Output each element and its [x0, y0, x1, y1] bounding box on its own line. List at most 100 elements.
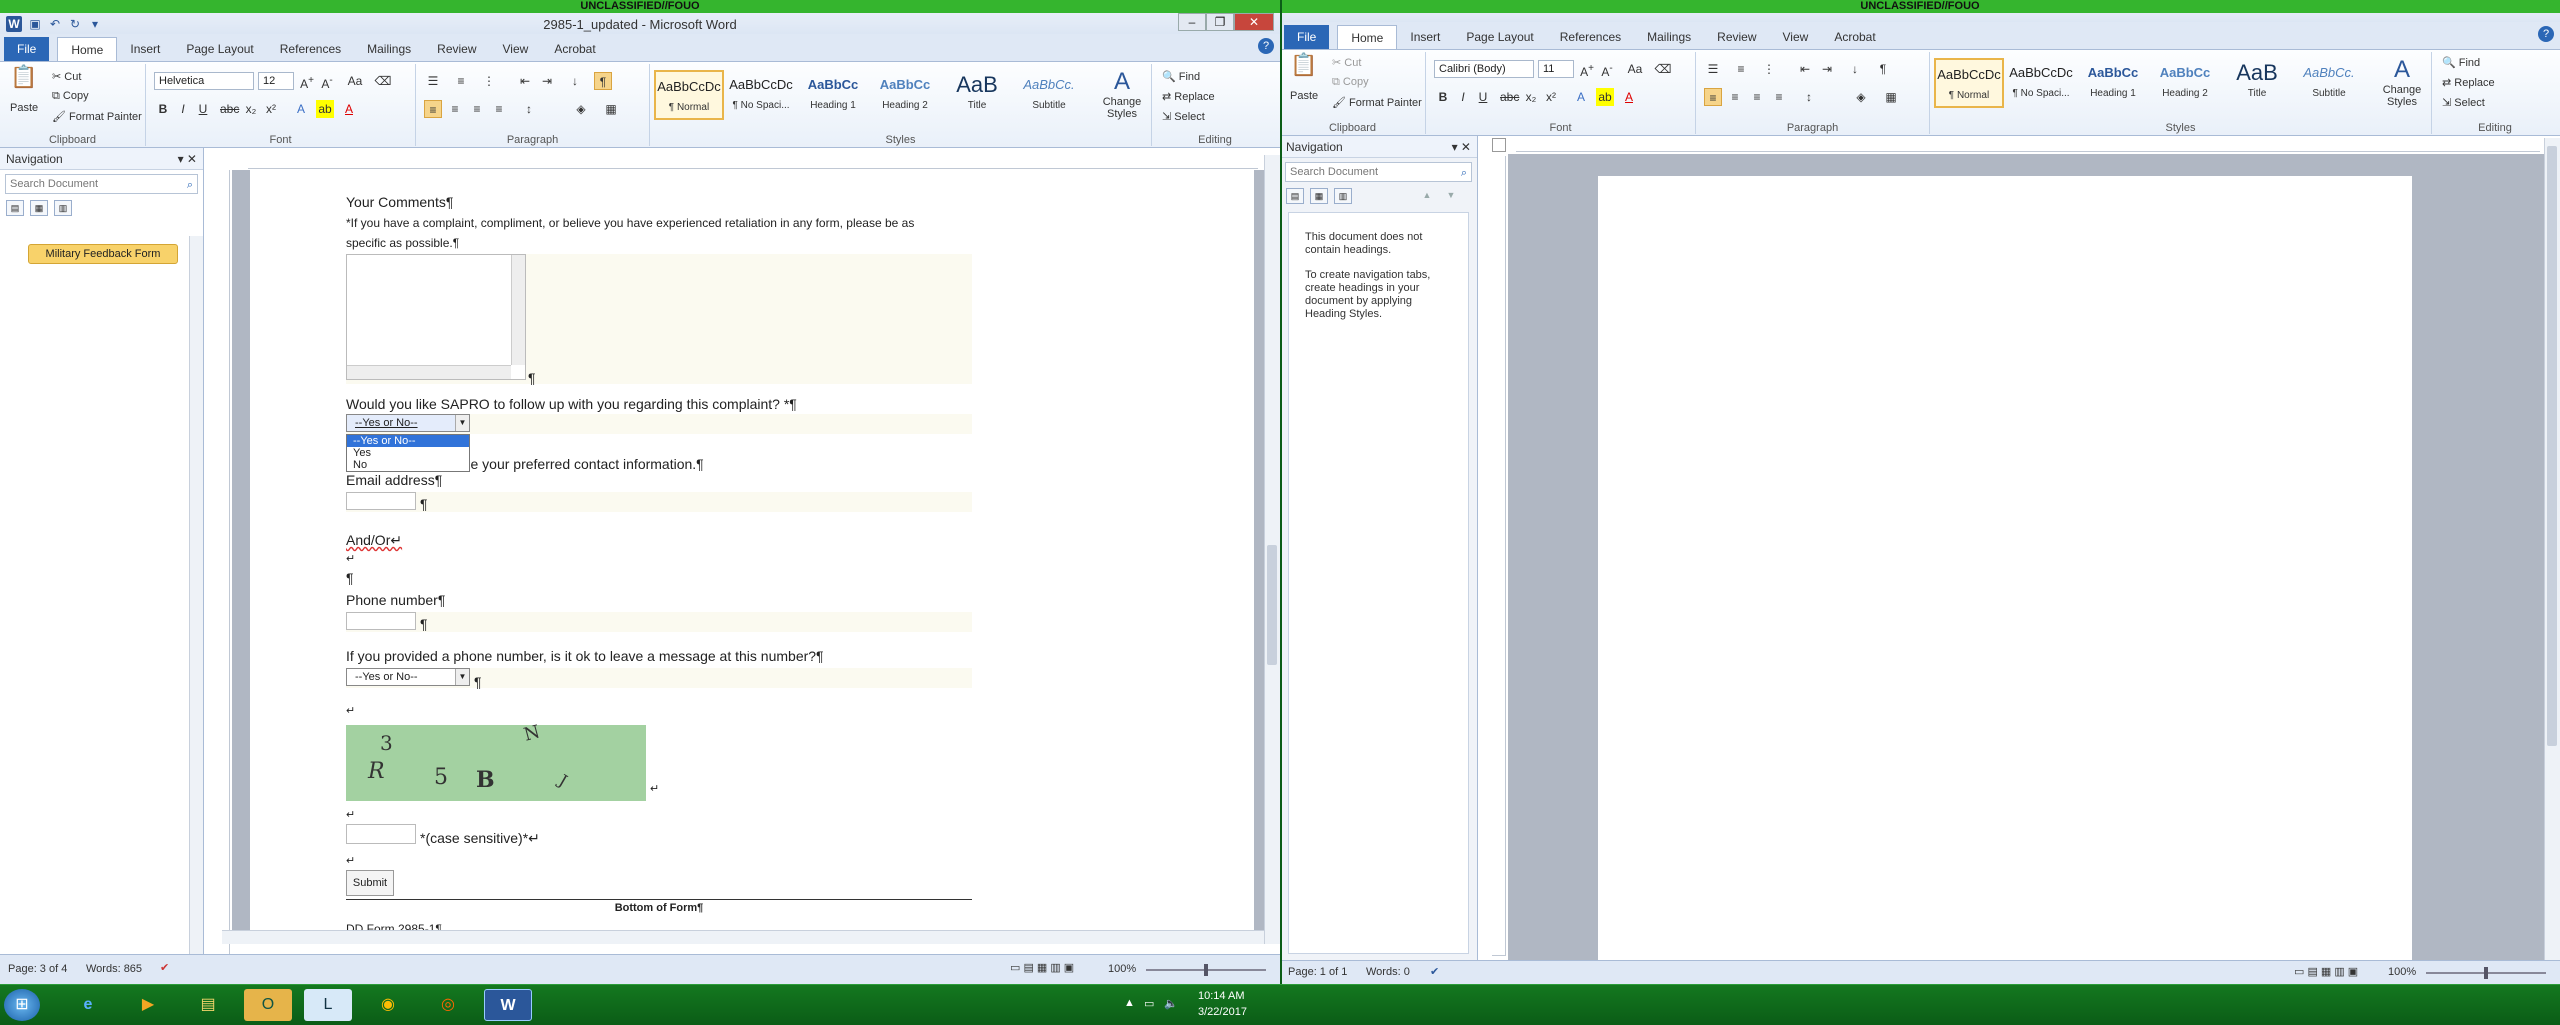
- start-button[interactable]: ⊞: [4, 989, 40, 1021]
- followup-select[interactable]: --Yes or No-- ▼: [346, 414, 470, 432]
- font-size-select[interactable]: 11: [1538, 60, 1574, 78]
- tab-file[interactable]: File: [4, 37, 50, 61]
- results-view-icon[interactable]: ▥: [1334, 188, 1352, 204]
- format-painter-button[interactable]: 🖌 Format Painter: [1332, 96, 1422, 109]
- style-subtitle[interactable]: AaBbCc. Subtitle: [1014, 70, 1084, 120]
- copy-button[interactable]: ⧉ Copy: [1332, 76, 1369, 89]
- shrink-font-icon[interactable]: A-: [318, 72, 336, 91]
- change-case-icon[interactable]: Aa: [1626, 60, 1644, 78]
- highlight-icon[interactable]: ab: [316, 100, 334, 118]
- subscript-icon[interactable]: x₂: [242, 100, 260, 118]
- proofing-icon[interactable]: ✔: [1430, 965, 1439, 978]
- italic-icon[interactable]: I: [1454, 88, 1472, 106]
- word-count[interactable]: Words: 865: [86, 963, 142, 975]
- sort-icon[interactable]: ↓: [1846, 60, 1864, 78]
- phone-field[interactable]: [346, 612, 416, 630]
- justify-icon[interactable]: ≡: [1770, 88, 1788, 106]
- paste-button[interactable]: Paste: [10, 102, 38, 114]
- bold-icon[interactable]: B: [154, 100, 172, 118]
- cut-button[interactable]: ✂ Cut: [1332, 56, 1361, 69]
- align-center-icon[interactable]: ≡: [446, 100, 464, 118]
- replace-button[interactable]: ⇄ Replace: [1162, 90, 1215, 103]
- next-arrow-icon[interactable]: ▼: [1442, 188, 1460, 204]
- minimize-button[interactable]: –: [1178, 13, 1206, 31]
- tab-view[interactable]: View: [1770, 25, 1822, 49]
- multilevel-list-icon[interactable]: ⋮: [1760, 60, 1778, 78]
- find-button[interactable]: 🔍 Find: [1162, 70, 1200, 83]
- multilevel-list-icon[interactable]: ⋮: [480, 72, 498, 90]
- numbering-icon[interactable]: ≡: [1732, 60, 1750, 78]
- bullets-icon[interactable]: ☰: [424, 72, 442, 90]
- shading-icon[interactable]: ◈: [1852, 88, 1870, 106]
- style-no-spacing[interactable]: AaBbCcDc ¶ No Spaci...: [726, 70, 796, 120]
- paste-button[interactable]: Paste: [1290, 90, 1318, 102]
- align-right-icon[interactable]: ≡: [468, 100, 486, 118]
- show-formatting-icon[interactable]: ¶: [1874, 60, 1892, 78]
- change-styles-button[interactable]: A Change Styles: [2376, 56, 2428, 108]
- tab-mailings[interactable]: Mailings: [354, 37, 424, 61]
- textarea-vscroll[interactable]: [511, 255, 525, 365]
- align-right-icon[interactable]: ≡: [1748, 88, 1766, 106]
- paste-icon[interactable]: 📋: [1290, 54, 1318, 86]
- zoom-thumb[interactable]: [2484, 967, 2488, 979]
- lync-icon[interactable]: L: [304, 989, 352, 1021]
- tab-acrobat[interactable]: Acrobat: [541, 37, 608, 61]
- document-vscroll[interactable]: [2544, 138, 2560, 960]
- increase-indent-icon[interactable]: ⇥: [538, 72, 556, 90]
- font-size-select[interactable]: 12: [258, 72, 294, 90]
- search-icon[interactable]: ⌕: [1461, 164, 1467, 182]
- tab-file[interactable]: File: [1284, 25, 1330, 49]
- tab-selector[interactable]: [1492, 138, 1506, 152]
- zoom-thumb[interactable]: [1204, 964, 1208, 976]
- underline-icon[interactable]: U: [194, 100, 212, 118]
- nav-search-input[interactable]: Search Document ⌕: [5, 174, 198, 194]
- dropdown-option[interactable]: No: [347, 459, 469, 471]
- headings-view-icon[interactable]: ▤: [6, 200, 24, 216]
- nav-scrollbar[interactable]: [189, 236, 203, 954]
- align-center-icon[interactable]: ≡: [1726, 88, 1744, 106]
- underline-icon[interactable]: U: [1474, 88, 1492, 106]
- style-normal[interactable]: AaBbCcDc ¶ Normal: [1934, 58, 2004, 108]
- close-button[interactable]: ✕: [1234, 13, 1274, 31]
- results-view-icon[interactable]: ▥: [54, 200, 72, 216]
- cut-button[interactable]: ✂ Cut: [52, 70, 81, 83]
- show-formatting-icon[interactable]: ¶: [594, 72, 612, 90]
- style-normal[interactable]: AaBbCcDc ¶ Normal: [654, 70, 724, 120]
- clear-format-icon[interactable]: ⌫: [374, 72, 392, 90]
- pages-view-icon[interactable]: ▦: [30, 200, 48, 216]
- grow-font-icon[interactable]: A+: [298, 72, 316, 91]
- pages-view-icon[interactable]: ▦: [1310, 188, 1328, 204]
- document-page[interactable]: Your Comments¶ *If you have a complaint,…: [250, 170, 1254, 944]
- internet-explorer-icon[interactable]: e: [64, 989, 112, 1021]
- clock-date[interactable]: 3/22/2017: [1198, 1006, 1247, 1018]
- headings-view-icon[interactable]: ▤: [1286, 188, 1304, 204]
- search-icon[interactable]: ⌕: [187, 176, 193, 194]
- font-name-select[interactable]: Calibri (Body): [1434, 60, 1534, 78]
- scroll-thumb[interactable]: [2547, 146, 2557, 746]
- select-button[interactable]: ⇲ Select: [1162, 110, 1205, 123]
- textarea-hscroll[interactable]: [347, 365, 511, 379]
- tab-mailings[interactable]: Mailings: [1634, 25, 1704, 49]
- tab-page-layout[interactable]: Page Layout: [1453, 25, 1546, 49]
- tab-page-layout[interactable]: Page Layout: [173, 37, 266, 61]
- zoom-level[interactable]: 100%: [2388, 966, 2416, 978]
- line-spacing-icon[interactable]: ↕: [520, 100, 538, 118]
- word-count[interactable]: Words: 0: [1366, 966, 1410, 978]
- font-color-icon[interactable]: A: [340, 100, 358, 118]
- copy-button[interactable]: ⧉ Copy: [52, 90, 89, 103]
- document-page[interactable]: [1598, 176, 2412, 984]
- nav-search-input[interactable]: Search Document ⌕: [1285, 162, 1472, 182]
- media-player-icon[interactable]: ▶: [124, 989, 172, 1021]
- style-title[interactable]: AaB Title: [2222, 58, 2292, 108]
- close-icon[interactable]: ▾ ✕: [1452, 136, 1471, 158]
- word-taskbar-icon[interactable]: W: [484, 989, 532, 1021]
- decrease-indent-icon[interactable]: ⇤: [516, 72, 534, 90]
- borders-icon[interactable]: ▦: [602, 100, 620, 118]
- bold-icon[interactable]: B: [1434, 88, 1452, 106]
- chevron-down-icon[interactable]: ▼: [455, 415, 469, 431]
- help-icon[interactable]: ?: [2538, 26, 2554, 42]
- superscript-icon[interactable]: x²: [262, 100, 280, 118]
- italic-icon[interactable]: I: [174, 100, 192, 118]
- tab-references[interactable]: References: [267, 37, 354, 61]
- horizontal-ruler[interactable]: [248, 155, 1258, 169]
